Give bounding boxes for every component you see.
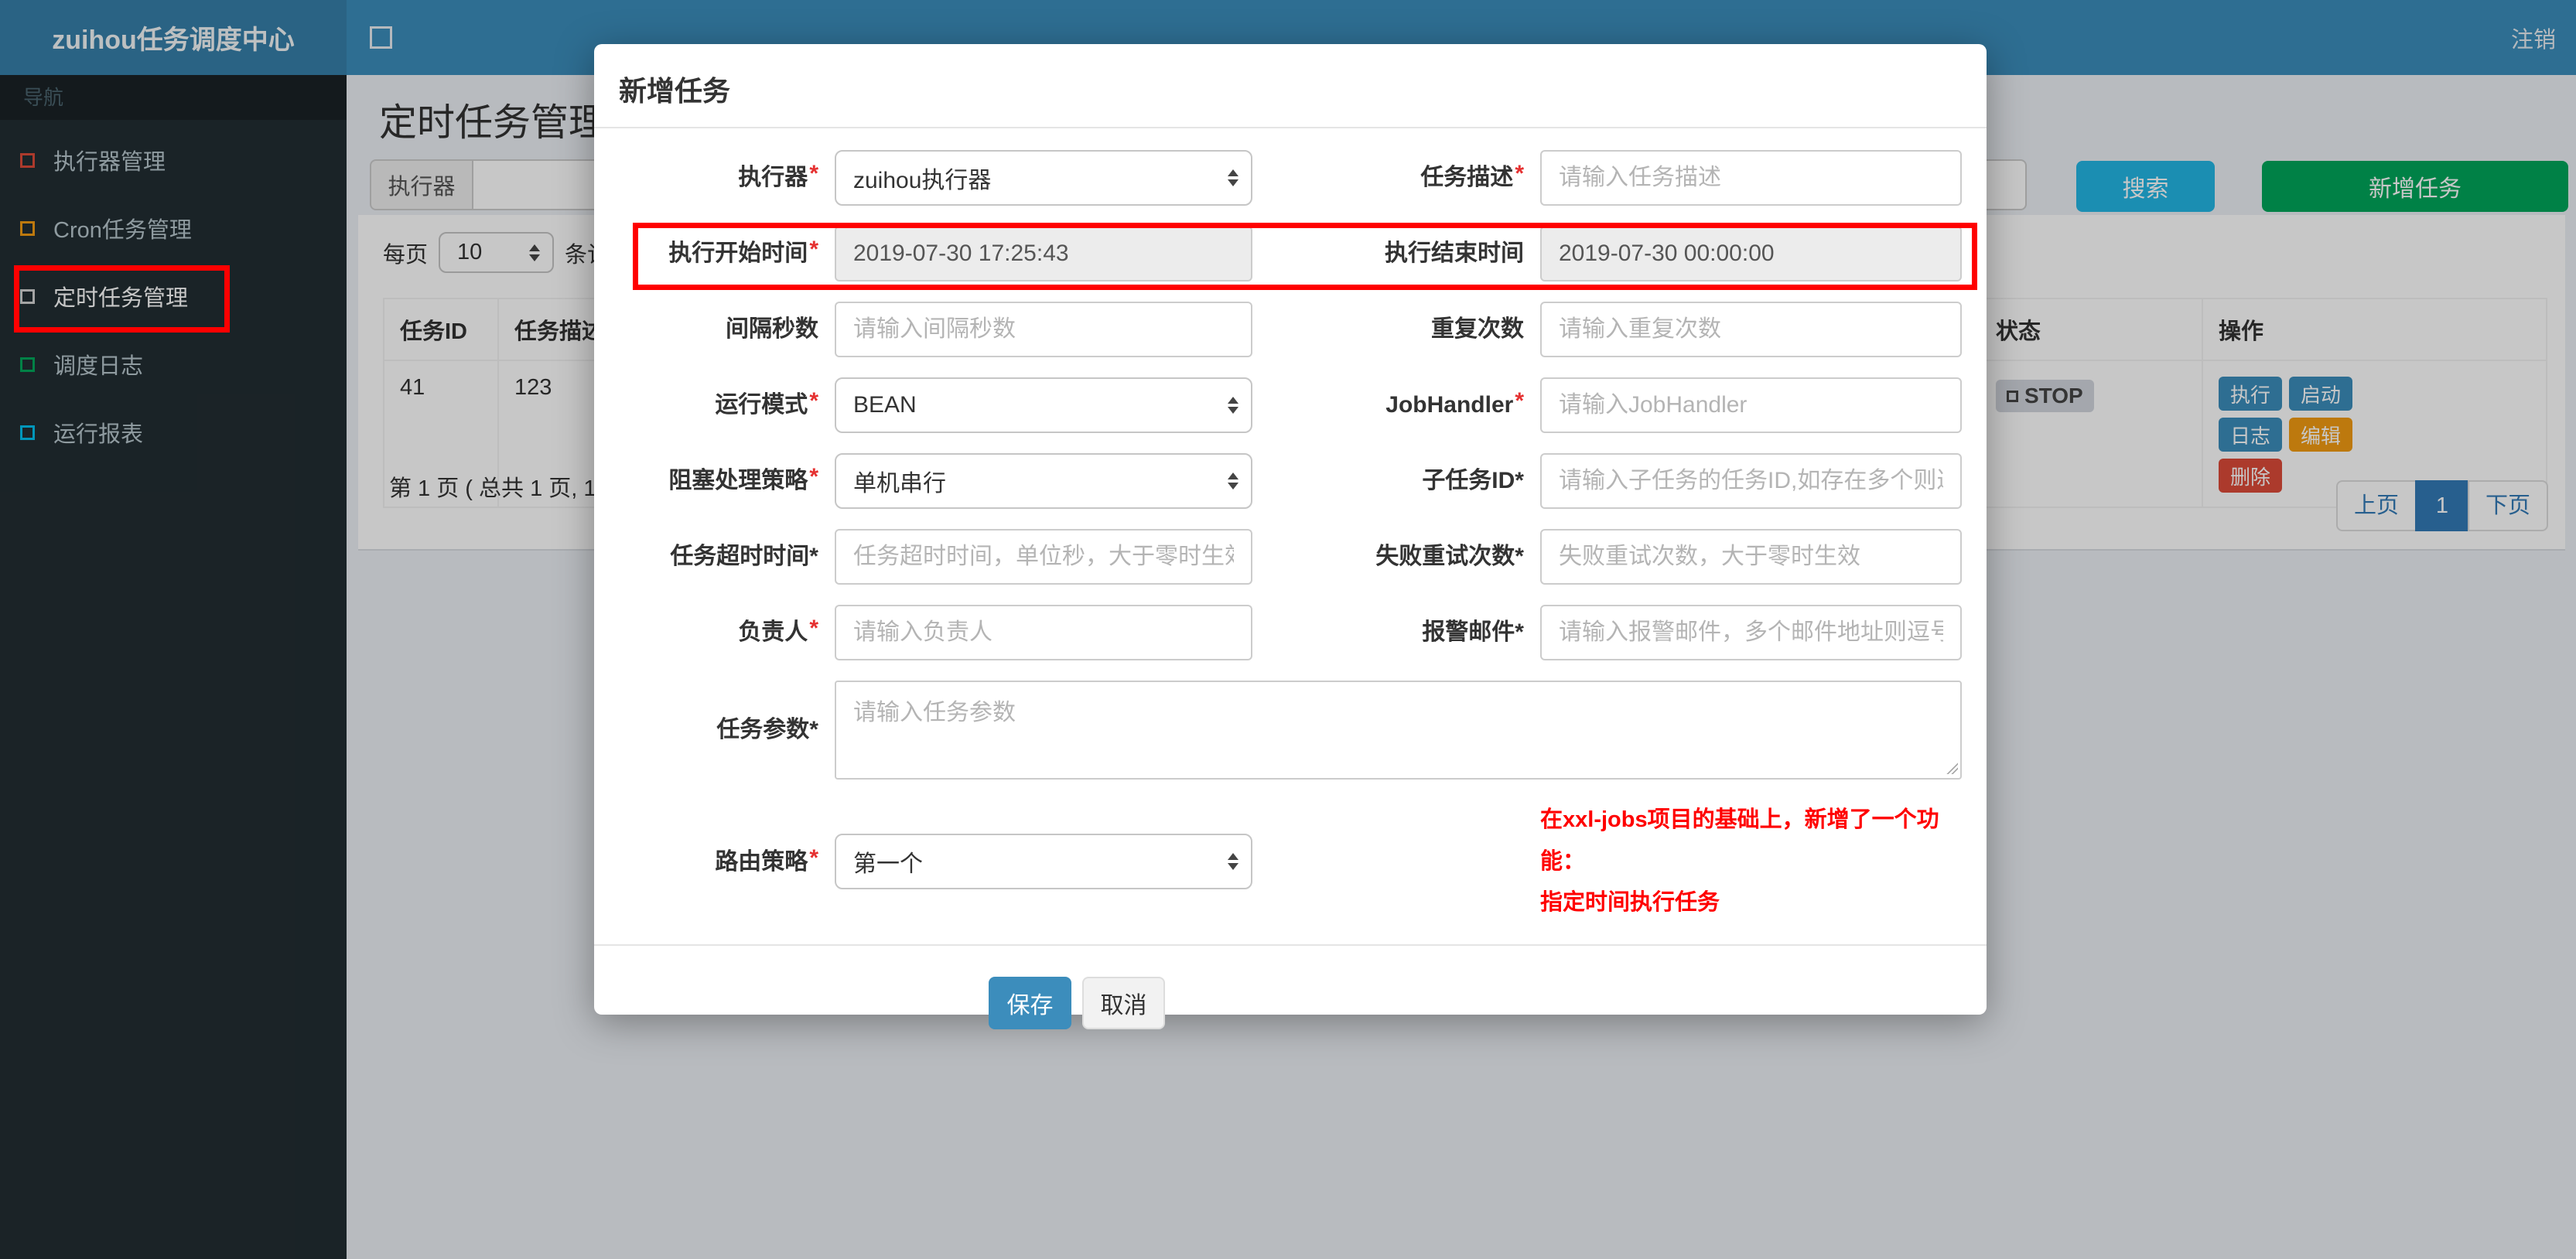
child-job-id-input[interactable] (1540, 453, 1962, 509)
fail-retry-label: 失败重试次数* (1375, 544, 1524, 570)
modal-footer: 保存 取消 (617, 946, 1963, 1029)
form-row-block-child: 阻塞处理策略* 单机串行 子任务ID* (617, 453, 1963, 509)
route-strategy-select-value: 第一个 (853, 851, 923, 878)
job-handler-label: JobHandler* (1385, 388, 1524, 418)
run-mode-select-value: BEAN (853, 392, 917, 418)
add-task-modal: 新增任务 执行器* zuihou执行器 任务描述* 执行开始时间* 执行结束时间… (594, 44, 1987, 1029)
form-row-job-params: 任务参数* (617, 681, 1963, 780)
job-params-label: 任务参数* (716, 717, 818, 743)
required-marker: * (809, 237, 818, 263)
form-row-owner-email: 负责人* 报警邮件* (617, 605, 1963, 660)
job-desc-label: 任务描述* (1420, 161, 1524, 191)
end-time-input[interactable] (1540, 226, 1962, 281)
required-marker: * (1515, 388, 1524, 415)
block-strategy-select[interactable]: 单机串行 (835, 453, 1252, 509)
required-marker: * (809, 844, 818, 871)
required-marker: * (809, 388, 818, 415)
timeout-label: 任务超时时间* (670, 544, 818, 570)
job-handler-input[interactable] (1540, 377, 1962, 433)
cancel-button[interactable]: 取消 (1082, 976, 1165, 1029)
modal-title: 新增任务 (619, 75, 731, 107)
required-marker: * (809, 616, 818, 642)
form-row-mode-handler: 运行模式* BEAN JobHandler* (617, 377, 1963, 433)
modal-header: 新增任务 (594, 44, 1987, 128)
child-job-id-label: 子任务ID* (1422, 468, 1524, 494)
executor-label: 执行器* (738, 161, 818, 191)
form-row-interval-repeat: 间隔秒数 重复次数 (617, 302, 1963, 357)
alarm-email-label: 报警邮件* (1422, 619, 1524, 646)
executor-select[interactable]: zuihou执行器 (835, 150, 1252, 206)
form-row-route-strategy: 路由策略* 第一个 在xxl-jobs项目的基础上，新增了一个功能： 指定时间执… (617, 800, 1963, 924)
repeat-label: 重复次数 (1431, 316, 1524, 343)
resize-handle-icon[interactable] (1946, 762, 1958, 774)
select-caret-icon (1228, 397, 1238, 414)
end-time-label: 执行结束时间 (1385, 241, 1524, 267)
block-strategy-select-value: 单机串行 (853, 471, 946, 496)
required-marker: * (1515, 161, 1524, 187)
owner-label: 负责人* (738, 616, 818, 646)
repeat-input[interactable] (1540, 302, 1962, 357)
route-strategy-select[interactable]: 第一个 (835, 834, 1252, 890)
job-params-textarea[interactable] (835, 681, 1962, 780)
executor-select-value: zuihou执行器 (853, 168, 992, 193)
start-time-input[interactable] (835, 226, 1252, 281)
select-caret-icon (1228, 169, 1238, 186)
timeout-input[interactable] (835, 529, 1252, 585)
page-root: zuihou任务调度中心 注销 导航 执行器管理 Cron任务管理 定时任务管理… (0, 0, 2576, 1259)
select-caret-icon (1228, 473, 1238, 490)
start-time-label: 执行开始时间* (668, 237, 818, 267)
save-button[interactable]: 保存 (989, 976, 1071, 1029)
block-strategy-label: 阻塞处理策略* (668, 464, 818, 494)
feature-note-line2: 指定时间执行任务 (1540, 890, 1720, 916)
job-desc-input[interactable] (1540, 150, 1962, 206)
job-params-textarea-wrap (835, 681, 1962, 780)
fail-retry-input[interactable] (1540, 529, 1962, 585)
select-caret-icon (1228, 853, 1238, 871)
feature-note-line1: 在xxl-jobs项目的基础上，新增了一个功能： (1540, 807, 1939, 874)
route-strategy-label: 路由策略* (715, 844, 818, 875)
form-row-executor-desc: 执行器* zuihou执行器 任务描述* (617, 150, 1963, 206)
form-row-timeout-retry: 任务超时时间* 失败重试次数* (617, 529, 1963, 585)
required-marker: * (809, 161, 818, 187)
form-row-time-range: 执行开始时间* 执行结束时间 (617, 226, 1963, 281)
required-marker: * (809, 464, 818, 490)
modal-body: 执行器* zuihou执行器 任务描述* 执行开始时间* 执行结束时间 间隔秒数… (594, 128, 1987, 1029)
feature-note: 在xxl-jobs项目的基础上，新增了一个功能： 指定时间执行任务 (1540, 800, 1962, 924)
owner-input[interactable] (835, 605, 1252, 660)
interval-label: 间隔秒数 (726, 316, 818, 343)
interval-input[interactable] (835, 302, 1252, 357)
run-mode-select[interactable]: BEAN (835, 377, 1252, 433)
alarm-email-input[interactable] (1540, 605, 1962, 660)
run-mode-label: 运行模式* (715, 388, 818, 418)
